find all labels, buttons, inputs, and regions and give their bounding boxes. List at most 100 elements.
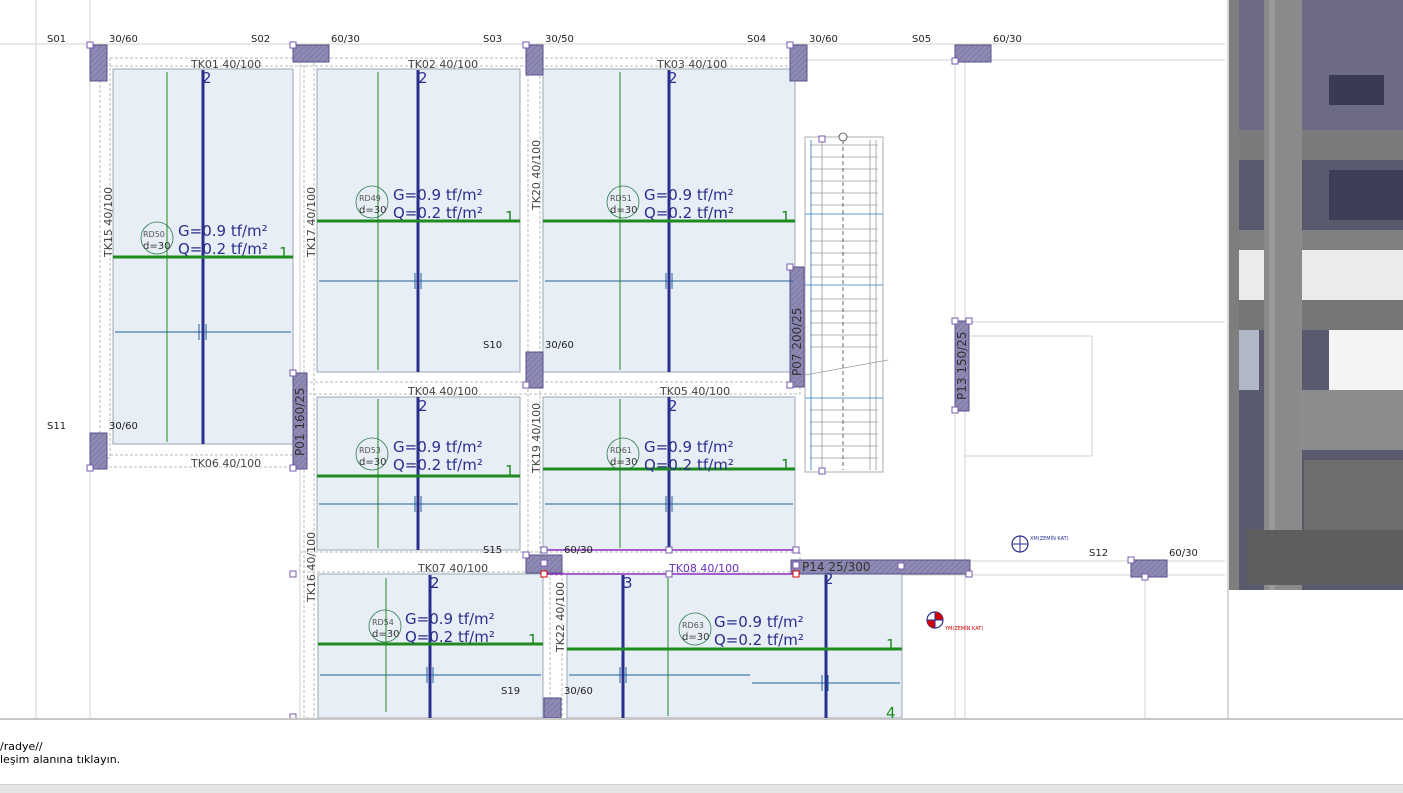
svg-text:TK17 40/100: TK17 40/100 [305, 187, 318, 258]
svg-text:S19: S19 [501, 686, 520, 697]
svg-text:30/50: 30/50 [545, 34, 574, 45]
svg-text:TK04 40/100: TK04 40/100 [407, 385, 478, 398]
column-s01 [89, 44, 108, 82]
svg-text:Q=0.2 tf/m²: Q=0.2 tf/m² [405, 628, 495, 646]
svg-text:d=30: d=30 [372, 629, 399, 640]
column-s02 [292, 44, 330, 63]
svg-text:S02: S02 [251, 34, 270, 45]
svg-text:2: 2 [668, 69, 678, 87]
svg-text:Q=0.2 tf/m²: Q=0.2 tf/m² [714, 631, 804, 649]
svg-text:G=0.9 tf/m²: G=0.9 tf/m² [714, 613, 804, 631]
svg-text:2: 2 [418, 397, 428, 415]
svg-text:P07 200/25: P07 200/25 [790, 307, 804, 376]
svg-text:Q=0.2 tf/m²: Q=0.2 tf/m² [393, 456, 483, 474]
svg-text:G=0.9 tf/m²: G=0.9 tf/m² [393, 438, 483, 456]
svg-text:S11: S11 [47, 421, 66, 432]
svg-text:30/60: 30/60 [109, 34, 138, 45]
svg-text:S04: S04 [747, 34, 766, 45]
svg-text:d=30: d=30 [610, 205, 637, 216]
svg-text:4: 4 [886, 704, 896, 718]
svg-text:1: 1 [781, 456, 791, 474]
svg-text:1: 1 [505, 208, 515, 226]
svg-text:Q=0.2 tf/m²: Q=0.2 tf/m² [644, 456, 734, 474]
svg-text:S03: S03 [483, 34, 502, 45]
svg-text:2: 2 [668, 397, 678, 415]
svg-text:1: 1 [505, 462, 515, 480]
svg-text:30/60: 30/60 [109, 421, 138, 432]
svg-text:30/60: 30/60 [545, 340, 574, 351]
svg-text:RD61: RD61 [610, 446, 632, 455]
svg-text:60/30: 60/30 [993, 34, 1022, 45]
svg-text:TK19 40/100: TK19 40/100 [530, 403, 543, 474]
column-s04 [789, 44, 808, 82]
svg-text:G=0.9 tf/m²: G=0.9 tf/m² [644, 438, 734, 456]
svg-text:d=30: d=30 [682, 632, 709, 643]
svg-text:RD51: RD51 [610, 194, 632, 203]
stair-area [804, 132, 889, 473]
svg-text:1: 1 [781, 208, 791, 226]
svg-text:2: 2 [430, 574, 440, 592]
svg-text:TK22 40/100: TK22 40/100 [554, 582, 567, 653]
svg-text:Q=0.2 tf/m²: Q=0.2 tf/m² [393, 204, 483, 222]
svg-text:60/30: 60/30 [1169, 548, 1198, 559]
svg-text:YM(ZEMİN KAT): YM(ZEMİN KAT) [944, 625, 983, 632]
svg-text:TK06 40/100: TK06 40/100 [190, 457, 261, 470]
svg-text:S05: S05 [912, 34, 931, 45]
svg-text:TK03 40/100: TK03 40/100 [656, 58, 727, 71]
svg-text:d=30: d=30 [359, 205, 386, 216]
svg-text:d=30: d=30 [610, 457, 637, 468]
svg-text:S10: S10 [483, 340, 502, 351]
svg-text:TK01 40/100: TK01 40/100 [190, 58, 261, 71]
svg-text:2: 2 [202, 69, 212, 87]
svg-text:TK07 40/100: TK07 40/100 [417, 562, 488, 575]
svg-text:S12: S12 [1089, 548, 1108, 559]
svg-text:1: 1 [528, 631, 538, 649]
marker-xm: XM(ZEMİN KAT) [1011, 535, 1069, 553]
svg-text:RD49: RD49 [359, 194, 381, 203]
drawing-canvas[interactable]: 2 2 2 2 2 2 3 2 1 1 1 1 1 1 1 4 RD50 d=3… [0, 0, 1225, 718]
svg-text:Q=0.2 tf/m²: Q=0.2 tf/m² [178, 240, 268, 258]
svg-text:RD53: RD53 [359, 446, 381, 455]
svg-text:G=0.9 tf/m²: G=0.9 tf/m² [178, 222, 268, 240]
svg-text:G=0.9 tf/m²: G=0.9 tf/m² [405, 610, 495, 628]
column-s03 [525, 44, 544, 76]
column-s19 [543, 697, 562, 718]
floor-plan[interactable]: 2 2 2 2 2 2 3 2 1 1 1 1 1 1 1 4 RD50 d=3… [0, 0, 1225, 718]
3d-view-panel[interactable] [1227, 0, 1403, 718]
svg-text:60/30: 60/30 [331, 34, 360, 45]
svg-text:30/60: 30/60 [809, 34, 838, 45]
svg-text:1: 1 [279, 244, 289, 262]
svg-text:TK02 40/100: TK02 40/100 [407, 58, 478, 71]
svg-text:S15: S15 [483, 545, 502, 556]
column-s05 [954, 44, 992, 63]
svg-text:30/60: 30/60 [564, 686, 593, 697]
3d-model-render [1229, 0, 1403, 718]
command-line-panel[interactable]: /radye// leşim alanına tıklayın. [0, 718, 1403, 786]
svg-text:TK20 40/100: TK20 40/100 [530, 140, 543, 211]
svg-text:P14 25/300: P14 25/300 [802, 560, 871, 574]
svg-text:TK15 40/100: TK15 40/100 [102, 187, 115, 258]
svg-text:2: 2 [418, 69, 428, 87]
svg-text:RD54: RD54 [372, 618, 394, 627]
svg-text:RD50: RD50 [143, 230, 165, 239]
svg-text:Q=0.2 tf/m²: Q=0.2 tf/m² [644, 204, 734, 222]
svg-text:P01 160/25: P01 160/25 [293, 387, 307, 456]
svg-text:TK08 40/100: TK08 40/100 [668, 562, 739, 575]
svg-text:60/30: 60/30 [564, 545, 593, 556]
column-s11 [89, 432, 108, 470]
svg-text:TK05 40/100: TK05 40/100 [659, 385, 730, 398]
svg-text:d=30: d=30 [359, 457, 386, 468]
svg-text:S01: S01 [47, 34, 66, 45]
svg-text:P13 150/25: P13 150/25 [955, 331, 969, 400]
column-s12 [1130, 559, 1168, 578]
svg-text:XM(ZEMİN KAT): XM(ZEMİN KAT) [1030, 535, 1069, 542]
svg-text:G=0.9 tf/m²: G=0.9 tf/m² [393, 186, 483, 204]
svg-text:RD63: RD63 [682, 621, 704, 630]
svg-text:3: 3 [623, 574, 633, 592]
svg-text:d=30: d=30 [143, 241, 170, 252]
command-history-line: /radye// [0, 740, 43, 753]
svg-text:G=0.9 tf/m²: G=0.9 tf/m² [644, 186, 734, 204]
svg-text:1: 1 [886, 636, 896, 654]
svg-text:TK16 40/100: TK16 40/100 [305, 532, 318, 603]
command-prompt-line: leşim alanına tıklayın. [0, 753, 121, 766]
